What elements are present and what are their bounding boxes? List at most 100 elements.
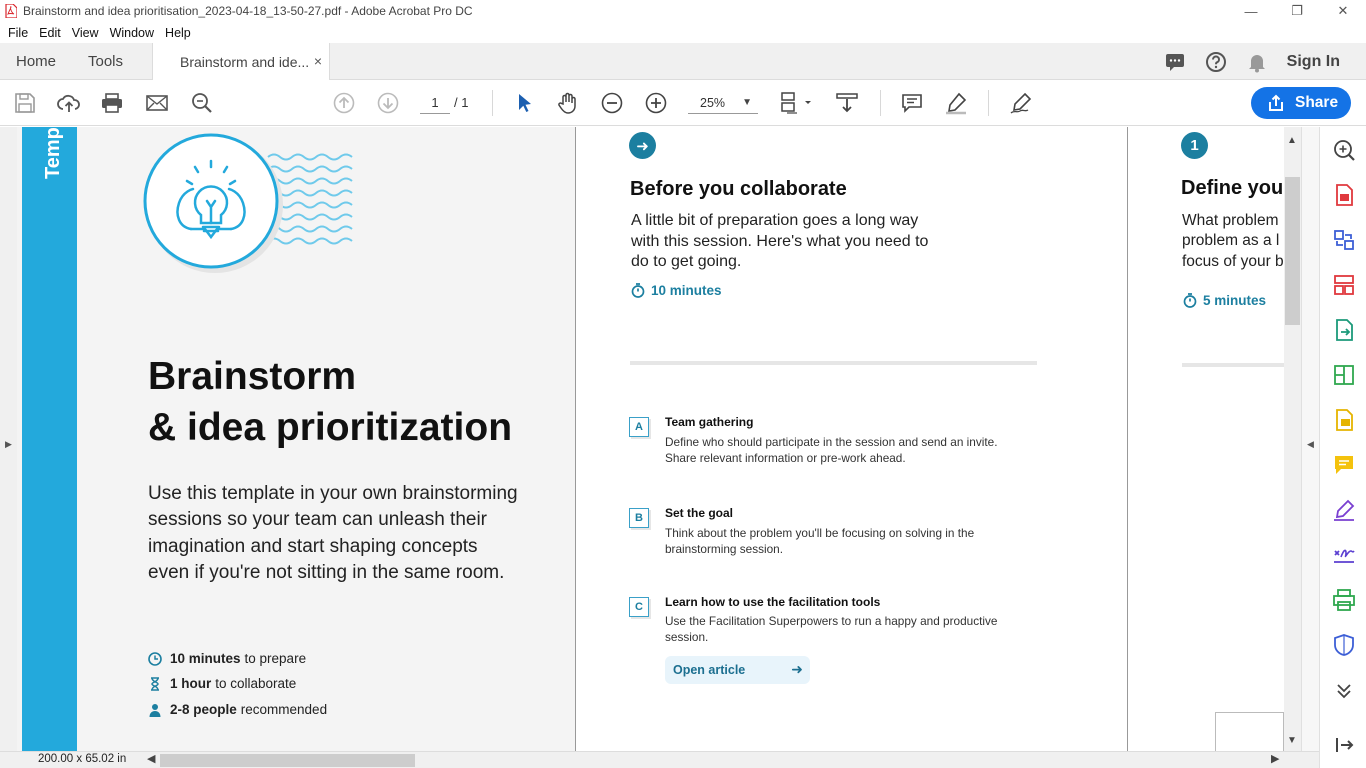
comment-bubble-icon[interactable] bbox=[1164, 51, 1186, 73]
step-title-a: Team gathering bbox=[665, 415, 754, 429]
select-cursor-icon[interactable] bbox=[513, 91, 537, 115]
zoom-out-icon[interactable] bbox=[600, 91, 624, 115]
step-text-a: Define who should participate in the ses… bbox=[665, 435, 998, 466]
previous-page-icon[interactable] bbox=[332, 91, 356, 115]
meta-collaborate-rest: to collaborate bbox=[215, 676, 297, 691]
meta-collaborate-bold: 1 hour bbox=[170, 676, 212, 691]
page-thumbnail-box bbox=[1215, 712, 1284, 751]
fill-sign-icon[interactable] bbox=[1332, 498, 1356, 522]
before-duration: 10 minutes bbox=[631, 283, 722, 298]
next-page-icon[interactable] bbox=[376, 91, 400, 115]
scroll-up-icon[interactable]: ▲ bbox=[1287, 135, 1297, 146]
collapse-pane-icon[interactable] bbox=[1332, 733, 1356, 757]
left-pane-toggle[interactable]: ▶ bbox=[0, 127, 17, 751]
define-text: What problem problem as a l focus of you… bbox=[1182, 211, 1284, 272]
vertical-scrollbar[interactable]: ▲ ▼ bbox=[1284, 127, 1301, 751]
intro-paragraph: Use this template in your own brainstorm… bbox=[148, 483, 518, 583]
share-label: Share bbox=[1295, 94, 1339, 111]
before-text: A little bit of preparation goes a long … bbox=[631, 212, 929, 270]
toolbar: 1 / 1 25% ▼ Share bbox=[0, 80, 1366, 126]
tab-bar: Home Tools Brainstorm and ide... × Sign … bbox=[0, 43, 1366, 81]
lightbulb-illustration bbox=[143, 133, 353, 273]
step-letter-a: A bbox=[629, 417, 649, 437]
print-icon[interactable] bbox=[100, 91, 124, 115]
document-title: Brainstorm & idea prioritization bbox=[148, 351, 512, 453]
section-rule bbox=[630, 361, 1037, 365]
scroll-down-icon[interactable]: ▼ bbox=[1287, 735, 1297, 746]
sign-pen-icon[interactable] bbox=[1009, 91, 1033, 115]
title-line-2: & idea prioritization bbox=[148, 406, 513, 449]
share-button[interactable]: Share bbox=[1251, 87, 1351, 119]
help-icon[interactable] bbox=[1205, 51, 1227, 73]
add-comment-icon[interactable] bbox=[900, 91, 924, 115]
zoom-in-icon[interactable] bbox=[644, 91, 668, 115]
page-total: / 1 bbox=[454, 95, 469, 110]
hourglass-icon bbox=[151, 676, 159, 691]
tab-tools[interactable]: Tools bbox=[88, 43, 123, 80]
menu-edit[interactable]: Edit bbox=[39, 26, 61, 40]
scroll-mode-icon[interactable] bbox=[835, 91, 859, 115]
tab-document[interactable]: Brainstorm and ide... × bbox=[152, 43, 330, 81]
upload-cloud-icon[interactable] bbox=[57, 91, 81, 115]
highlight-pen-icon[interactable] bbox=[944, 91, 968, 115]
person-icon bbox=[149, 703, 161, 717]
open-article-button[interactable]: Open article ➜ bbox=[665, 656, 810, 684]
hand-tool-icon[interactable] bbox=[556, 91, 580, 115]
menu-file[interactable]: File bbox=[8, 26, 28, 40]
notification-bell-icon[interactable] bbox=[1246, 51, 1268, 73]
close-window-button[interactable]: ✕ bbox=[1320, 0, 1366, 22]
print-production-icon[interactable] bbox=[1332, 588, 1356, 612]
tab-home[interactable]: Home bbox=[16, 43, 56, 80]
title-bar: Brainstorm and idea prioritisation_2023-… bbox=[0, 0, 1366, 22]
menu-window[interactable]: Window bbox=[110, 26, 154, 40]
page-display-icon[interactable] bbox=[779, 91, 815, 115]
organize-pages-icon[interactable] bbox=[1332, 273, 1356, 297]
zoom-level-value: 25% bbox=[700, 96, 726, 110]
step-letter-c: C bbox=[629, 597, 649, 617]
edit-pdf-icon[interactable] bbox=[1332, 363, 1356, 387]
section-rule bbox=[1182, 363, 1284, 367]
scrollbar-thumb[interactable] bbox=[1285, 177, 1300, 325]
email-icon[interactable] bbox=[145, 91, 169, 115]
collapse-right-icon: ◀ bbox=[1307, 439, 1314, 449]
document-viewport[interactable]: Temp Brainstorm & idea prioritization Us… bbox=[17, 127, 1284, 751]
toolbar-divider bbox=[880, 90, 881, 116]
timer-icon bbox=[631, 283, 645, 298]
arrow-right-icon: ➜ bbox=[629, 132, 656, 159]
status-bar: 200.00 x 65.02 in ◀ ▶ bbox=[0, 751, 1319, 768]
arrow-right-icon: ➜ bbox=[791, 661, 803, 677]
minimize-button[interactable]: — bbox=[1228, 0, 1274, 22]
menu-help[interactable]: Help bbox=[165, 26, 191, 40]
define-section: 1 Define you What problem problem as a l… bbox=[1128, 127, 1284, 751]
sign-in-link[interactable]: Sign In bbox=[1287, 53, 1340, 71]
meta-collaborate: 1 hour to collaborate bbox=[148, 676, 296, 691]
horizontal-scrollbar-thumb[interactable] bbox=[160, 754, 415, 767]
page-number-input[interactable]: 1 bbox=[420, 92, 450, 114]
create-pdf-icon[interactable] bbox=[1332, 183, 1356, 207]
find-text-icon[interactable] bbox=[190, 91, 214, 115]
scroll-right-icon[interactable]: ▶ bbox=[1271, 752, 1279, 765]
step-title-b: Set the goal bbox=[665, 506, 734, 520]
restore-button[interactable]: ❐ bbox=[1274, 0, 1320, 22]
menu-view[interactable]: View bbox=[72, 26, 99, 40]
tab-close-icon[interactable]: × bbox=[314, 53, 322, 69]
zoom-level-select[interactable]: 25% ▼ bbox=[688, 92, 758, 114]
meta-people-rest: recommended bbox=[240, 702, 328, 717]
chevron-down-icon: ▼ bbox=[742, 97, 752, 108]
define-text-line-1: What problem bbox=[1182, 212, 1279, 229]
more-tools-chevron-icon[interactable] bbox=[1332, 678, 1356, 702]
right-pane-toggle[interactable]: ◀ bbox=[1301, 127, 1319, 751]
scroll-left-icon[interactable]: ◀ bbox=[147, 752, 155, 765]
protect-shield-icon[interactable] bbox=[1332, 633, 1356, 657]
request-signature-icon[interactable] bbox=[1332, 543, 1356, 567]
search-zoom-icon[interactable] bbox=[1332, 138, 1356, 162]
toolbar-divider bbox=[492, 90, 493, 116]
comment-icon[interactable] bbox=[1332, 453, 1356, 477]
before-duration-value: 10 minutes bbox=[651, 283, 722, 298]
combine-files-icon[interactable] bbox=[1332, 228, 1356, 252]
comment-tool-icon[interactable] bbox=[1332, 408, 1356, 432]
meta-prepare-bold: 10 minutes bbox=[170, 651, 241, 666]
save-icon[interactable] bbox=[13, 91, 37, 115]
window-controls: — ❐ ✕ bbox=[1228, 0, 1366, 22]
export-pdf-icon[interactable] bbox=[1332, 318, 1356, 342]
